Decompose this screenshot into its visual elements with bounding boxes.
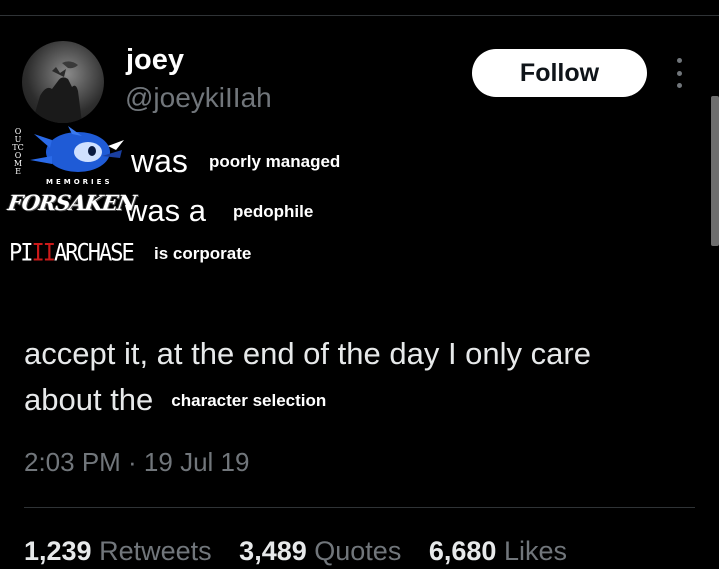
was-a-text: was a — [125, 193, 206, 228]
small-text-2: pedophile — [233, 202, 314, 221]
logo-part-c: ARCHASE — [54, 239, 135, 268]
tweet-body: accept it, at the end of the day I only … — [24, 331, 664, 424]
user-handle[interactable]: @joeykiIIah — [125, 82, 272, 114]
retweets-stat[interactable]: 1,239 Retweets — [24, 536, 212, 566]
top-divider — [0, 15, 719, 16]
quotes-stat[interactable]: 3,489 Quotes — [239, 536, 401, 566]
display-name[interactable]: joey — [126, 44, 184, 77]
engagement-stats: 1,239 Retweets 3,489 Quotes 6,680 Likes — [24, 536, 587, 567]
quotes-label: Quotes — [314, 536, 402, 566]
logo-subtitle: MEMORIES — [46, 178, 113, 186]
timestamp[interactable]: 2:03 PM · 19 Jul 19 — [24, 447, 249, 478]
pillar-chase-logo: PIIIARCHASE — [9, 239, 135, 268]
logo-part-a: PI — [9, 239, 33, 268]
tweet-body-small: character selection — [171, 391, 327, 410]
stats-divider — [24, 507, 695, 508]
avatar-image — [32, 61, 82, 123]
retweets-label: Retweets — [99, 536, 212, 566]
more-options-icon[interactable] — [670, 58, 688, 88]
forsaken-logo: FORSAKEN — [6, 190, 138, 215]
follow-button[interactable]: Follow — [472, 49, 647, 97]
avatar[interactable] — [22, 41, 104, 123]
was-text-1: was — [131, 143, 188, 179]
retweets-count: 1,239 — [24, 536, 92, 566]
small-text-3: is corporate — [154, 244, 252, 263]
logo-part-b: II — [31, 239, 56, 268]
outcome-memories-logo: OUTCOME MEMORIES — [12, 126, 124, 190]
quotes-count: 3,489 — [239, 536, 307, 566]
likes-stat[interactable]: 6,680 Likes — [429, 536, 567, 566]
likes-count: 6,680 — [428, 536, 497, 566]
small-text-1: poorly managed — [209, 152, 341, 171]
scrollbar[interactable] — [711, 96, 719, 246]
likes-label: Likes — [503, 536, 567, 566]
